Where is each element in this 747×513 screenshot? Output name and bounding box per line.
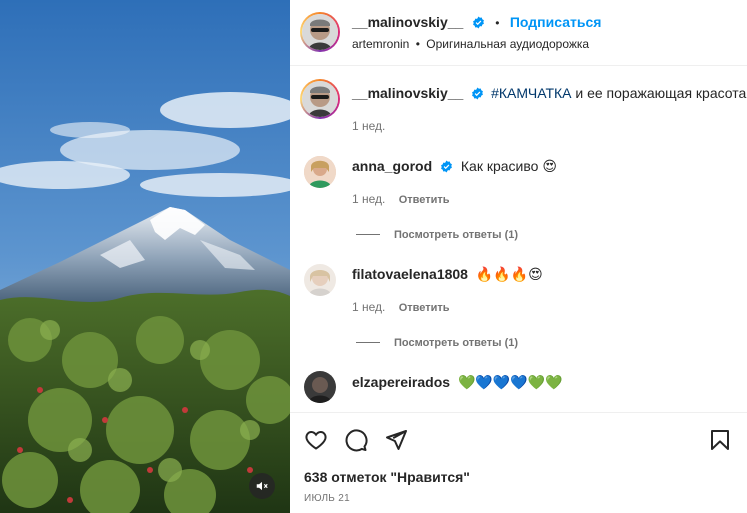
author-username[interactable]: __malinovskiy__ (352, 14, 463, 30)
post-video[interactable] (0, 0, 290, 513)
comment-avatar[interactable] (304, 371, 336, 403)
replies-line (356, 342, 380, 344)
comment-text: Как красиво 😍 (460, 158, 557, 174)
comment-text: 💚💙💙💙💚💚 (457, 374, 563, 390)
bookmark-icon[interactable] (708, 428, 732, 452)
author-avatar[interactable] (300, 12, 340, 52)
comment-avatar[interactable] (304, 156, 336, 188)
post-details-panel: __malinovskiy__ • Подписаться artemronin… (290, 0, 747, 513)
likes-count[interactable]: 638 отметок "Нравится" (304, 469, 470, 485)
view-replies-button[interactable]: Посмотреть ответы (1) (356, 335, 518, 349)
heart-outline-icon[interactable] (304, 428, 328, 452)
comment-avatar[interactable] (304, 264, 336, 296)
caption-hashtag[interactable]: #КАМЧАТКА (491, 85, 571, 101)
comment-username[interactable]: anna_gorod (352, 158, 432, 174)
verified-badge-icon (441, 160, 452, 173)
caption-author-avatar[interactable] (300, 79, 340, 119)
caption-username[interactable]: __malinovskiy__ (352, 85, 463, 101)
actions-divider (290, 412, 747, 413)
header-divider (290, 65, 747, 66)
replies-line (356, 234, 380, 236)
post-date[interactable]: ИЮЛЬ 21 (304, 493, 350, 504)
reply-button[interactable]: Ответить (399, 302, 450, 314)
follow-button[interactable]: Подписаться (510, 14, 602, 30)
comment-username[interactable]: elzapereirados (352, 374, 450, 390)
audio-separator: • (415, 37, 420, 51)
view-replies-label: Посмотреть ответы (1) (394, 229, 519, 241)
view-replies-label: Посмотреть ответы (1) (394, 337, 519, 349)
speaker-muted-icon (256, 481, 268, 491)
mute-button[interactable] (249, 473, 275, 499)
comment-text: 🔥🔥🔥😍 (475, 266, 543, 282)
view-replies-button[interactable]: Посмотреть ответы (1) (356, 227, 518, 241)
caption-time[interactable]: 1 нед. (352, 119, 385, 133)
header-separator: • (495, 16, 500, 30)
verified-badge-icon (472, 16, 484, 29)
comment-username[interactable]: filatovaelena1808 (352, 266, 468, 282)
comment-time[interactable]: 1 нед. (352, 192, 385, 206)
verified-badge-icon (472, 87, 484, 100)
comment-avatar-image (304, 264, 336, 296)
comment-icon[interactable] (344, 428, 368, 452)
reply-button[interactable]: Ответить (399, 194, 450, 206)
caption-author-avatar-image (302, 81, 338, 117)
audio-track-label[interactable]: Оригинальная аудиодорожка (426, 37, 589, 51)
author-avatar-image (302, 14, 338, 50)
comment-avatar-image (304, 371, 336, 403)
comment-avatar-image (304, 156, 336, 188)
post-video-frame (0, 0, 290, 513)
caption-text: и ее поражающая красота (571, 85, 747, 101)
share-icon[interactable] (384, 428, 408, 452)
audio-username[interactable]: artemronin (352, 37, 409, 51)
comment-time[interactable]: 1 нед. (352, 300, 385, 314)
